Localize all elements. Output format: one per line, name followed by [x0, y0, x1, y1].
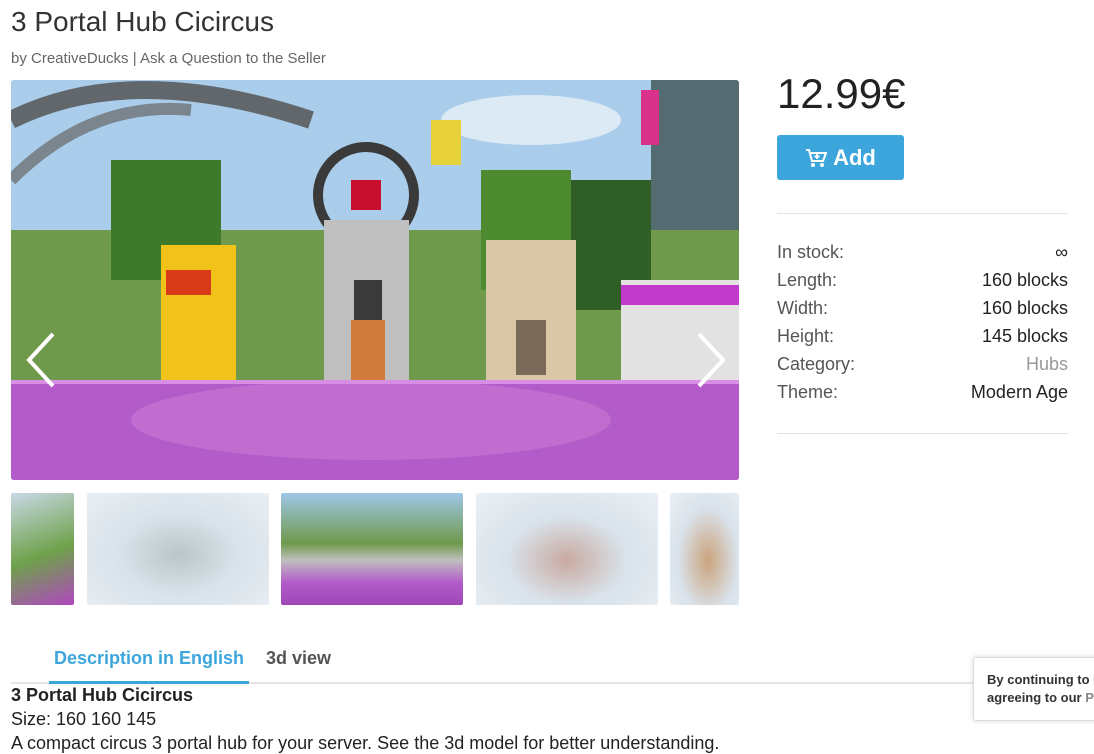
description-text: A compact circus 3 portal hub for your s…	[11, 733, 720, 753]
spec-row-width: Width: 160 blocks	[777, 298, 1068, 326]
spec-value: Modern Age	[970, 382, 1068, 402]
thumbnail-2[interactable]	[87, 493, 269, 605]
cookie-banner: By continuing to u agreeing to our Pr	[973, 657, 1094, 721]
spec-label: Width:	[777, 298, 829, 318]
thumbnail-3-active[interactable]	[281, 493, 463, 605]
cart-plus-icon	[806, 148, 828, 167]
thumbnail-4[interactable]	[476, 493, 658, 605]
spec-row-category: Category: Hubs	[777, 354, 1068, 382]
seller-link[interactable]: CreativeDucks	[31, 50, 129, 67]
add-to-cart-button[interactable]: Add	[777, 135, 904, 180]
chevron-right-icon[interactable]	[693, 330, 729, 390]
chevron-left-icon[interactable]	[23, 330, 59, 390]
spec-value: ∞	[1055, 242, 1068, 262]
main-gallery-image[interactable]	[11, 80, 739, 480]
spec-row-stock: In stock: ∞	[777, 242, 1068, 270]
cookie-prefix: agreeing to our	[987, 690, 1086, 705]
description-title: 3 Portal Hub Cicircus	[11, 685, 194, 705]
spec-value: 160 blocks	[981, 298, 1068, 318]
spec-label: Length:	[777, 270, 838, 290]
divider-top	[777, 213, 1068, 214]
description-size: Size: 160 160 145	[11, 709, 157, 729]
page-title: 3 Portal Hub Cicircus	[11, 6, 274, 37]
by-prefix: by	[11, 50, 27, 67]
spec-label: Theme:	[777, 382, 839, 402]
divider-bottom	[777, 433, 1068, 434]
tab-3d-view[interactable]: 3d view	[266, 648, 331, 681]
thumbnail-strip	[11, 493, 739, 605]
spec-row-height: Height: 145 blocks	[777, 326, 1068, 354]
privacy-link[interactable]: Pr	[1085, 690, 1094, 705]
category-link[interactable]: Hubs	[1026, 354, 1068, 382]
spec-value: 160 blocks	[981, 270, 1068, 290]
tab-description-english[interactable]: Description in English	[49, 648, 249, 684]
cookie-text-line1: By continuing to u	[987, 672, 1094, 687]
cookie-text-line2: agreeing to our Pr	[987, 690, 1094, 705]
byline: by CreativeDucks | Ask a Question to the…	[11, 50, 326, 67]
ask-seller-link[interactable]: Ask a Question to the Seller	[140, 50, 326, 67]
add-button-label: Add	[833, 144, 876, 170]
spec-row-length: Length: 160 blocks	[777, 270, 1068, 298]
spec-value: 145 blocks	[981, 326, 1068, 346]
minecraft-hub-scene	[11, 80, 739, 480]
description-tabs: Description in English 3d view	[11, 640, 1094, 684]
byline-separator: |	[132, 50, 137, 67]
spec-label: Category:	[777, 354, 856, 374]
spec-row-theme: Theme: Modern Age	[777, 382, 1068, 410]
thumbnail-5[interactable]	[670, 493, 739, 605]
price: 12.99€	[777, 70, 906, 117]
spec-label: Height:	[777, 326, 835, 346]
product-specs: In stock: ∞ Length: 160 blocks Width: 16…	[777, 242, 1068, 410]
spec-label: In stock:	[777, 242, 845, 262]
thumbnail-1[interactable]	[11, 493, 74, 605]
